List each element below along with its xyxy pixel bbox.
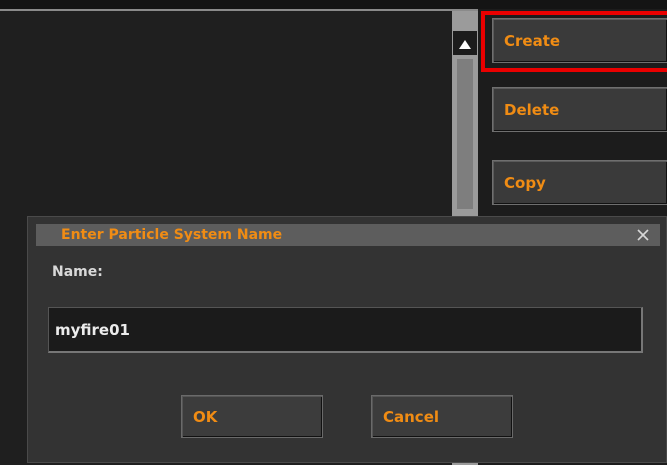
scroll-up-button[interactable] bbox=[453, 31, 477, 55]
delete-button-label: Delete bbox=[504, 100, 560, 119]
delete-button[interactable]: Delete bbox=[492, 87, 667, 132]
copy-button-label: Copy bbox=[504, 173, 546, 192]
top-strip bbox=[0, 0, 667, 9]
particle-name-dialog: Enter Particle System Name Name: OK Canc… bbox=[27, 216, 667, 463]
name-input[interactable] bbox=[48, 307, 643, 353]
create-button-label: Create bbox=[504, 31, 561, 50]
dialog-close-button[interactable] bbox=[632, 224, 654, 246]
dialog-titlebar[interactable]: Enter Particle System Name bbox=[36, 224, 660, 246]
scroll-thumb[interactable] bbox=[457, 59, 473, 209]
close-icon bbox=[637, 226, 649, 245]
create-button[interactable]: Create bbox=[492, 18, 667, 63]
cancel-button[interactable]: Cancel bbox=[371, 395, 513, 438]
name-label: Name: bbox=[52, 264, 103, 280]
ok-button-label: OK bbox=[193, 407, 218, 426]
copy-button[interactable]: Copy bbox=[492, 160, 667, 205]
dialog-title: Enter Particle System Name bbox=[61, 227, 283, 243]
cancel-button-label: Cancel bbox=[383, 407, 440, 426]
ok-button[interactable]: OK bbox=[181, 395, 323, 438]
triangle-up-icon bbox=[459, 34, 471, 53]
